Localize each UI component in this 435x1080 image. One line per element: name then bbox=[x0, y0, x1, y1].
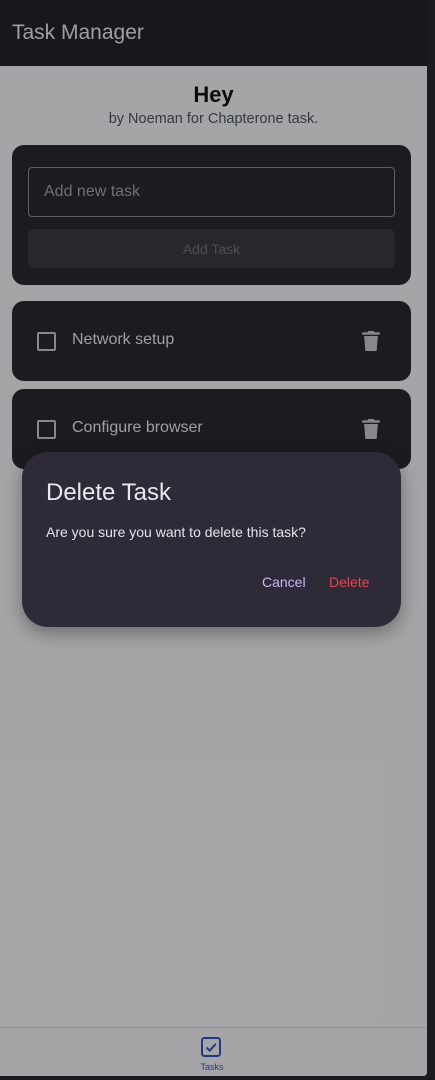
cancel-button[interactable]: Cancel bbox=[262, 574, 306, 590]
app-window: Task Manager Hey by Noeman for Chapteron… bbox=[0, 0, 427, 1076]
delete-task-dialog: Delete Task Are you sure you want to del… bbox=[22, 452, 401, 627]
delete-button[interactable]: Delete bbox=[329, 574, 369, 590]
dialog-title: Delete Task bbox=[46, 479, 171, 506]
dialog-message: Are you sure you want to delete this tas… bbox=[46, 524, 306, 540]
